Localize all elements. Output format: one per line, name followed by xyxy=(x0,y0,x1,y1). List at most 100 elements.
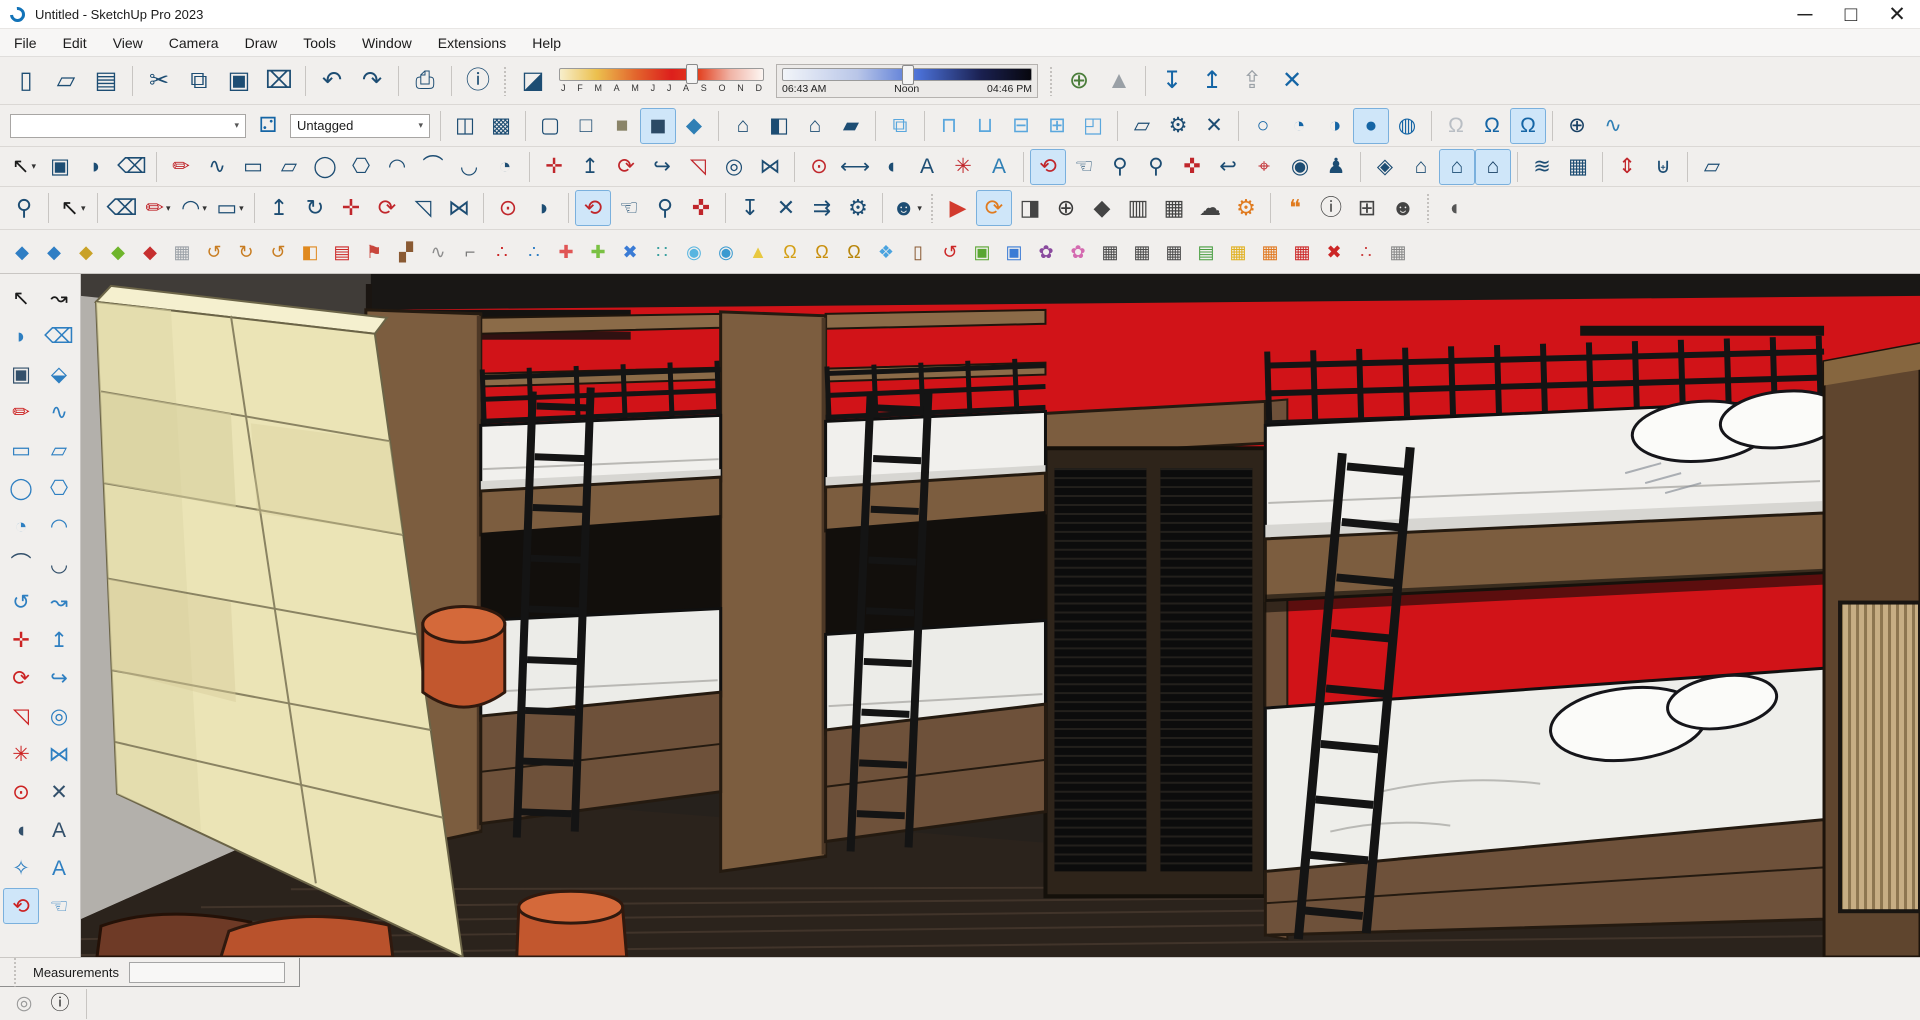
toggle-terrain-button[interactable]: ▲ xyxy=(1099,61,1139,101)
terrain-drop-hash-button[interactable]: ◉ xyxy=(710,236,742,268)
magnet-on-button[interactable]: Ω xyxy=(1474,108,1510,144)
curl-arrow-button[interactable]: ↺ xyxy=(262,236,294,268)
close-button[interactable]: ✕ xyxy=(1874,0,1920,28)
account-button[interactable]: ☻▾ xyxy=(889,190,925,226)
vray-settings-button[interactable]: ⚙ xyxy=(1228,190,1264,226)
scale-button[interactable]: ◹ xyxy=(3,698,39,734)
zoom-extents-button[interactable]: ✜ xyxy=(1174,149,1210,185)
orbit-button[interactable]: ⟲ xyxy=(1030,149,1066,185)
make-component-button[interactable]: ▣ xyxy=(42,149,78,185)
pan-button[interactable]: ☜ xyxy=(611,190,647,226)
open-file-button[interactable]: ▱ xyxy=(46,61,86,101)
shaded-mode-button[interactable]: ■ xyxy=(604,108,640,144)
share-model-button[interactable]: ↥ xyxy=(1192,61,1232,101)
viewport-canvas[interactable] xyxy=(81,274,1920,957)
copy-button[interactable]: ⧉ xyxy=(179,61,219,101)
three-point-arc-button[interactable]: ◡ xyxy=(41,546,77,582)
maximize-button[interactable]: □ xyxy=(1828,0,1874,28)
print-button[interactable]: ⎙ xyxy=(405,61,445,101)
push-pull-button[interactable]: ↥ xyxy=(261,190,297,226)
flag-marker-button[interactable]: ⚑ xyxy=(358,236,390,268)
help-info-button[interactable]: ⓘ xyxy=(1313,190,1349,226)
smoove-button[interactable]: ⇕ xyxy=(1609,149,1645,185)
magnet-snap-button[interactable]: Ω xyxy=(1510,108,1546,144)
vray-cloud-upload-button[interactable]: ☁ xyxy=(1192,190,1228,226)
delete-button[interactable]: ⌧ xyxy=(259,61,299,101)
profile-avatar-button[interactable]: ☻ xyxy=(1385,190,1421,226)
select-button[interactable]: ↖▾ xyxy=(6,149,42,185)
zoom-button[interactable]: ⚲ xyxy=(1102,149,1138,185)
extension-warehouse-button[interactable]: ✕ xyxy=(1272,61,1312,101)
view-back-button[interactable]: ⌂ xyxy=(1475,149,1511,185)
mirror-button[interactable]: ⋈ xyxy=(752,149,788,185)
new-file-button[interactable]: ▯ xyxy=(6,61,46,101)
protractor-button[interactable]: ◖ xyxy=(3,812,39,848)
mirror-button[interactable]: ⋈ xyxy=(41,736,77,772)
tape-measure-button[interactable]: ⊙ xyxy=(801,149,837,185)
component-button[interactable]: ▣ xyxy=(3,356,39,392)
rectangle-button[interactable]: ▭▾ xyxy=(212,190,248,226)
magnet-off-button[interactable]: Ω xyxy=(1438,108,1474,144)
gray-corner-button[interactable]: ⌐ xyxy=(454,236,486,268)
shadow-date-thumb[interactable] xyxy=(686,64,698,84)
mirror-button[interactable]: ⋈ xyxy=(441,190,477,226)
follow-me-button[interactable]: ↪ xyxy=(41,660,77,696)
pink-flower-button[interactable]: ✿ xyxy=(1062,236,1094,268)
solid-trim-button[interactable]: ⊞ xyxy=(1039,108,1075,144)
xray-mode-button[interactable]: ◫ xyxy=(447,108,483,144)
push-pull-button[interactable]: ↥ xyxy=(41,622,77,658)
move-button[interactable]: ✛ xyxy=(3,622,39,658)
section-plane-button[interactable]: ⌂ xyxy=(725,108,761,144)
yellow-cone-button[interactable]: ▲ xyxy=(742,236,774,268)
outer-shell-button[interactable]: ⧉ xyxy=(882,108,918,144)
orange-panel-button[interactable]: ◧ xyxy=(294,236,326,268)
line-button[interactable]: ✏ xyxy=(163,149,199,185)
offset-extrude-button[interactable]: ↻ xyxy=(297,190,333,226)
get-models-button[interactable]: ↧ xyxy=(732,190,768,226)
bucket-tool-button[interactable]: ▯ xyxy=(902,236,934,268)
menu-help[interactable]: Help xyxy=(532,35,561,51)
tag-button[interactable]: ⬙ xyxy=(41,356,77,392)
yellow-checker-button[interactable]: ▦ xyxy=(1222,236,1254,268)
share-component-button[interactable]: ⇪ xyxy=(1232,61,1272,101)
follow-me-button[interactable]: ↪ xyxy=(644,149,680,185)
select-button[interactable]: ↖▾ xyxy=(55,190,91,226)
minimize-button[interactable]: ─ xyxy=(1782,0,1828,28)
feedback-chat-button[interactable]: ❝ xyxy=(1277,190,1313,226)
bezier-button[interactable]: ↝ xyxy=(41,584,77,620)
walk-button[interactable]: ♟ xyxy=(1318,149,1354,185)
shape-paint-button[interactable]: ◗ xyxy=(3,318,39,354)
freehand-button[interactable]: ∿ xyxy=(41,394,77,430)
horseshoe-x-button[interactable]: Ω xyxy=(806,236,838,268)
freehand-button[interactable]: ∿ xyxy=(199,149,235,185)
eraser-button[interactable]: ⌫ xyxy=(104,190,140,226)
extension-warehouse-button[interactable]: ✕ xyxy=(768,190,804,226)
arc-center-button[interactable]: ◠ xyxy=(41,508,77,544)
move-button[interactable]: ✛ xyxy=(536,149,572,185)
protractor-button[interactable]: ◖ xyxy=(873,149,909,185)
fredo-yellow-button[interactable]: ◆ xyxy=(70,236,102,268)
pan-button[interactable]: ☜ xyxy=(1066,149,1102,185)
dark-grid-b-button[interactable]: ▦ xyxy=(1126,236,1158,268)
close-x-button[interactable]: ✕ xyxy=(1196,108,1232,144)
red-node-curve-button[interactable]: ∴ xyxy=(486,236,518,268)
solid-union-button[interactable]: ⊔ xyxy=(967,108,1003,144)
axes-points-button[interactable]: ∷ xyxy=(646,236,678,268)
offset-button[interactable]: ◎ xyxy=(41,698,77,734)
solid-subtract-button[interactable]: ⊟ xyxy=(1003,108,1039,144)
vray-checkered-globe-button[interactable]: ▦ xyxy=(1156,190,1192,226)
rectangle-button[interactable]: ▭ xyxy=(3,432,39,468)
terrain-drop-button[interactable]: ◉ xyxy=(678,236,710,268)
measurements-input[interactable] xyxy=(129,962,285,983)
rotated-rectangle-button[interactable]: ▱ xyxy=(271,149,307,185)
pie-button[interactable]: ◔ xyxy=(3,508,39,544)
model-info-button[interactable]: ⓘ xyxy=(458,61,498,101)
pan-button[interactable]: ☜ xyxy=(41,888,77,924)
dark-grid-c-button[interactable]: ▦ xyxy=(1158,236,1190,268)
save-file-button[interactable]: ▤ xyxy=(86,61,126,101)
3d-viewport[interactable] xyxy=(81,274,1920,957)
angular-dimension-button[interactable]: ✕ xyxy=(41,774,77,810)
text-button[interactable]: A xyxy=(41,812,77,848)
menu-camera[interactable]: Camera xyxy=(169,35,219,51)
curl-tool-1-button[interactable]: ↺ xyxy=(198,236,230,268)
